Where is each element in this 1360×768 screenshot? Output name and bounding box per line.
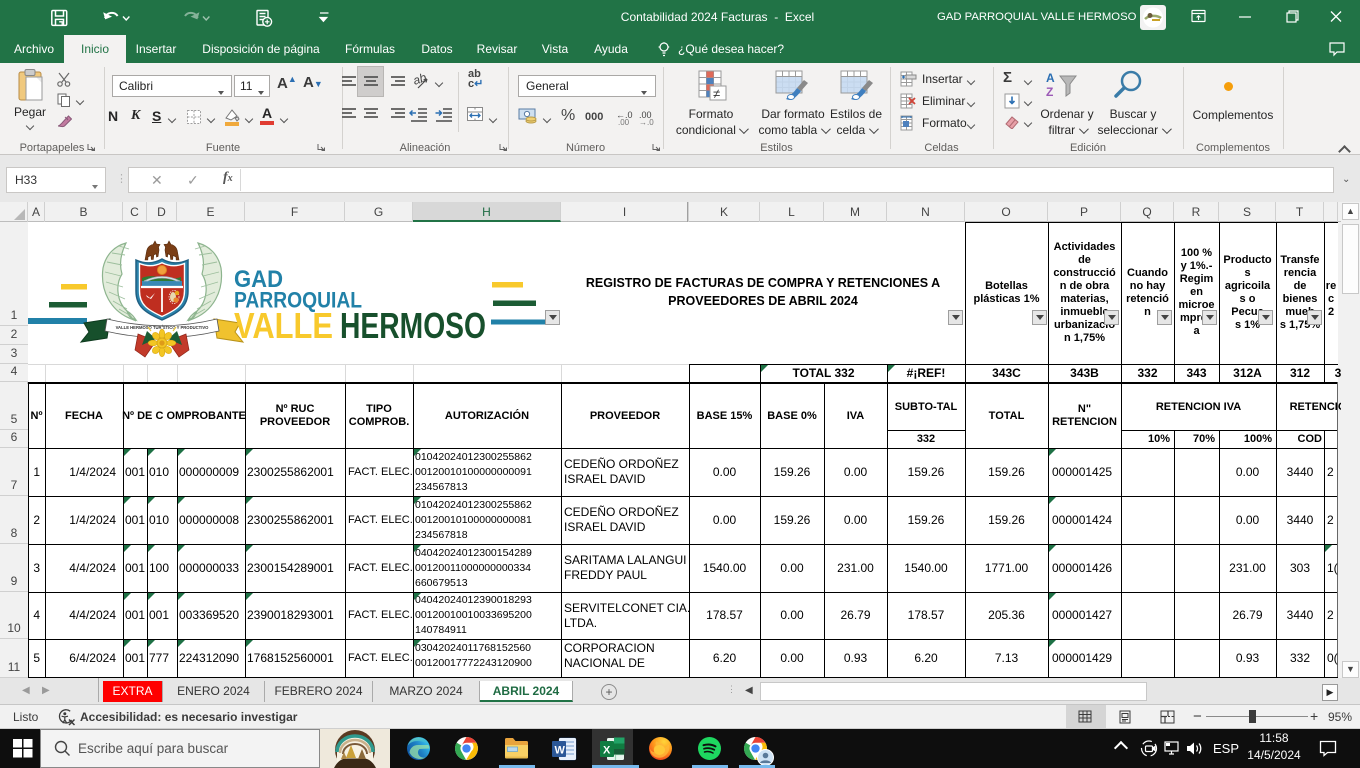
svg-text:HERMOSO: HERMOSO bbox=[340, 305, 486, 346]
svg-text:Z: Z bbox=[1046, 85, 1053, 99]
svg-text:W: W bbox=[555, 745, 566, 757]
svg-text:.00: .00 bbox=[618, 118, 630, 126]
svg-text:X: X bbox=[603, 745, 611, 757]
svg-text:A: A bbox=[1046, 71, 1055, 85]
svg-text:VALLE: VALLE bbox=[234, 305, 333, 346]
svg-text:→.0: →.0 bbox=[639, 118, 654, 126]
svg-text:≠: ≠ bbox=[713, 86, 720, 101]
